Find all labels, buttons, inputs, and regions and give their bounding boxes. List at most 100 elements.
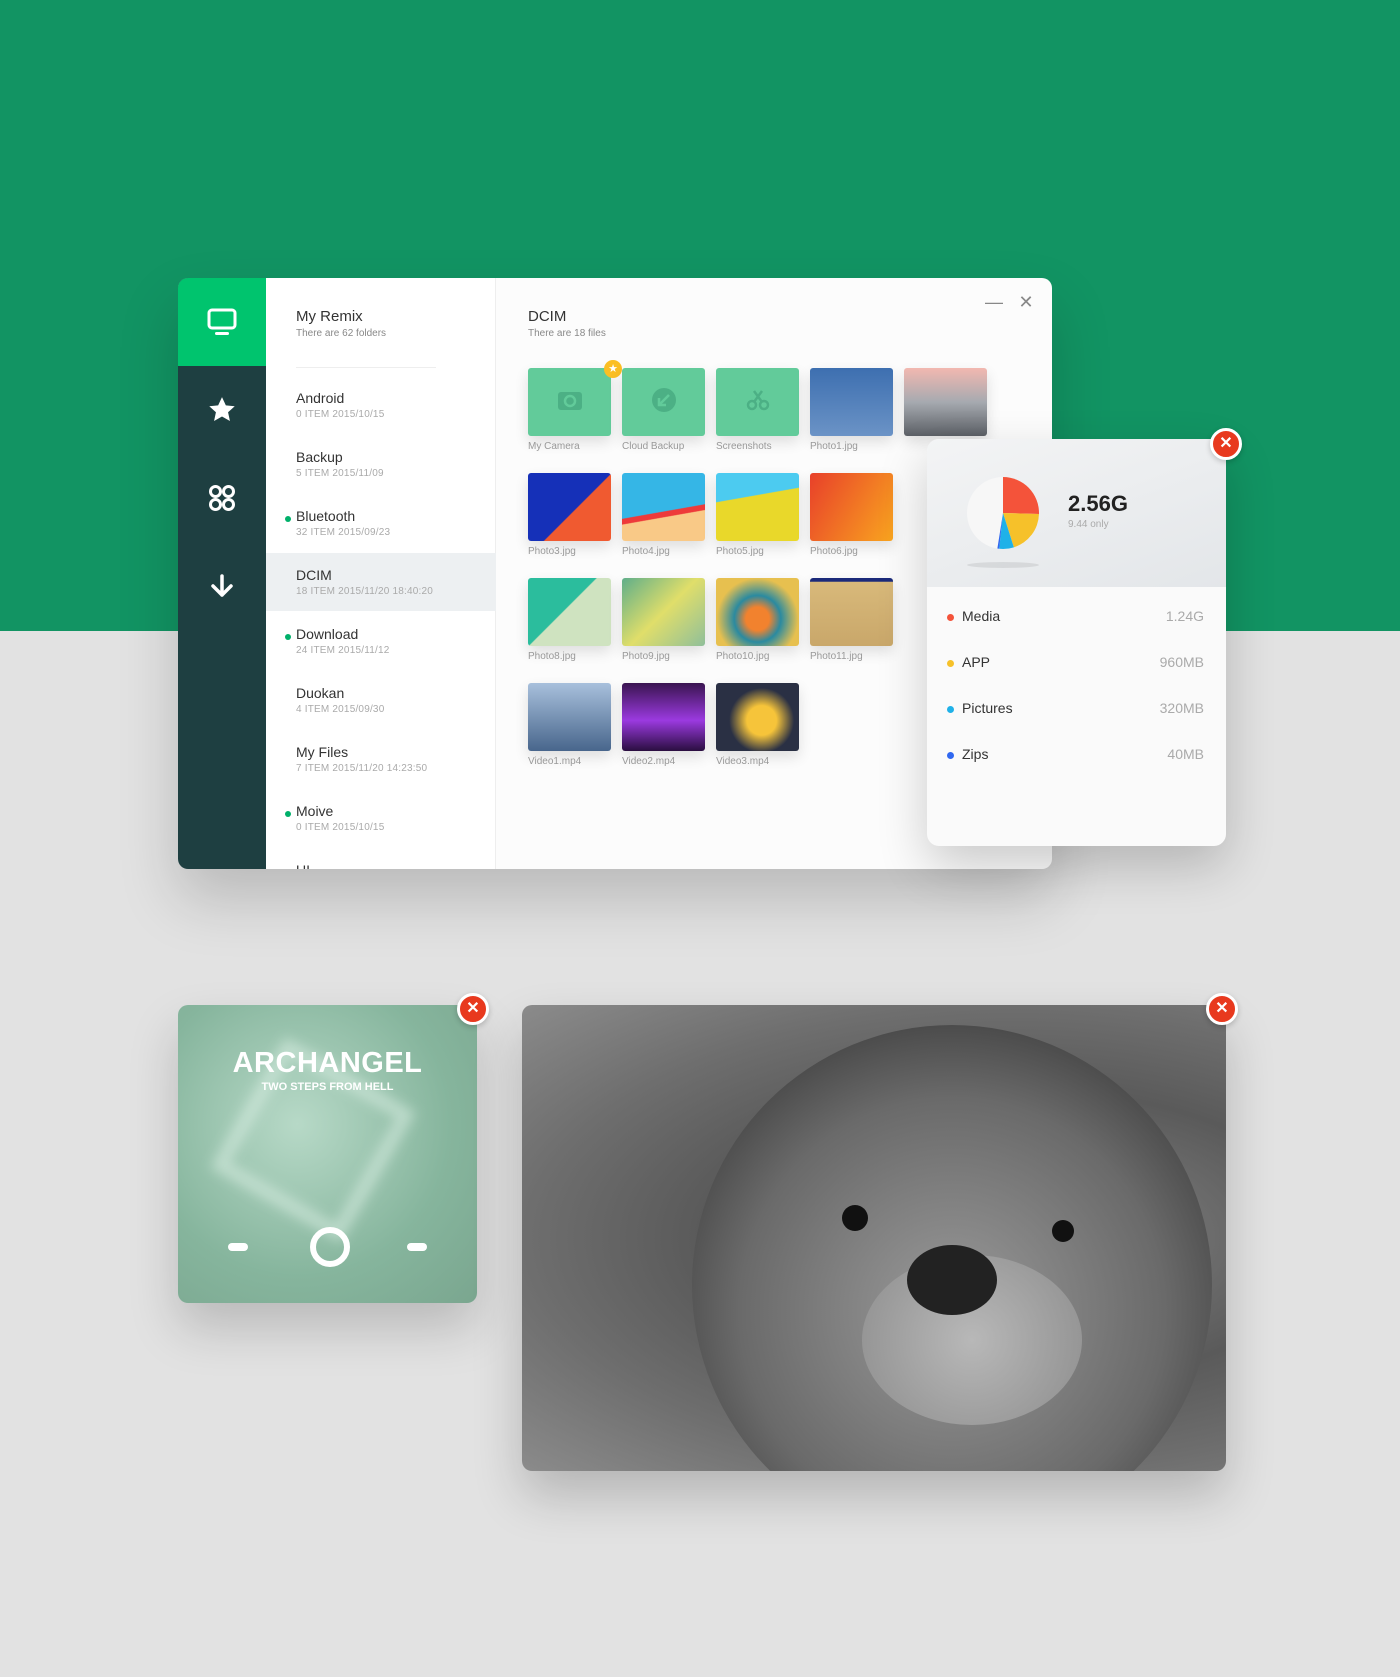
- file-name: Video1.mp4: [528, 756, 582, 767]
- storage-value: 40MB: [1167, 746, 1204, 762]
- folder-list: My Remix There are 62 folders Android 0 I…: [266, 278, 496, 869]
- status-dot: [285, 516, 291, 522]
- scissors-icon: [746, 388, 770, 417]
- folder-meta: 18 ITEM 2015/11/20 18:40:20: [296, 586, 433, 597]
- file-thumbnail[interactable]: Photo5.jpg: [716, 473, 805, 557]
- video-preview: [716, 683, 799, 751]
- folder-meta: 0 ITEM 2015/10/15: [296, 822, 385, 833]
- folder-list-header: My Remix There are 62 folders: [296, 308, 386, 339]
- app-title: My Remix: [296, 308, 363, 325]
- image-preview: [716, 473, 799, 541]
- apps-icon: [209, 485, 235, 511]
- file-name: Photo6.jpg: [810, 546, 858, 557]
- next-button[interactable]: [407, 1243, 427, 1251]
- file-thumbnail[interactable]: Photo4.jpg: [622, 473, 711, 557]
- file-thumbnail[interactable]: Photo6.jpg: [810, 473, 899, 557]
- file-name: Cloud Backup: [622, 441, 685, 452]
- close-photo-button[interactable]: ✕: [1206, 993, 1238, 1025]
- file-thumbnail[interactable]: Photo11.jpg: [810, 578, 899, 662]
- storage-label: Pictures: [962, 700, 1013, 716]
- folder-meta: 32 ITEM 2015/09/23: [296, 527, 391, 538]
- video-preview: [622, 683, 705, 751]
- file-thumbnail[interactable]: [904, 368, 993, 441]
- file-thumbnail[interactable]: Video2.mp4: [622, 683, 711, 767]
- folder-tile[interactable]: Screenshots: [716, 368, 805, 452]
- monitor-icon: [207, 308, 237, 335]
- folder-meta: 4 ITEM 2015/09/30: [296, 704, 385, 715]
- file-name: Photo9.jpg: [622, 651, 670, 662]
- close-icon: ✕: [1018, 292, 1034, 312]
- folder-meta: 0 ITEM 2015/10/15: [296, 409, 385, 420]
- storage-label: Zips: [962, 746, 989, 762]
- divider: [296, 367, 436, 368]
- close-icon: ✕: [466, 1000, 480, 1017]
- folder-meta: 24 ITEM 2015/11/12: [296, 645, 390, 656]
- folder-item[interactable]: Download 24 ITEM 2015/11/12: [266, 612, 496, 670]
- file-name: Photo10.jpg: [716, 651, 770, 662]
- folder-item[interactable]: Duokan 4 ITEM 2015/09/30: [266, 671, 496, 729]
- folder-tile[interactable]: Cloud Backup: [622, 368, 711, 452]
- storage-pie-chart: [967, 477, 1039, 568]
- folder-name: UI: [296, 862, 496, 869]
- close-icon: ✕: [1219, 435, 1233, 452]
- sidebar-item-downloads[interactable]: [178, 542, 266, 630]
- storage-item: Media 1.24G: [947, 608, 1204, 628]
- file-thumbnail[interactable]: Photo10.jpg: [716, 578, 805, 662]
- storage-value: 1.24G: [1165, 608, 1204, 624]
- legend-dot: [947, 659, 954, 667]
- file-thumbnail[interactable]: Photo3.jpg: [528, 473, 617, 557]
- minimize-button[interactable]: —: [984, 292, 1004, 312]
- folder-item[interactable]: Android 0 ITEM 2015/10/15: [266, 376, 496, 434]
- folder-item[interactable]: Moive 0 ITEM 2015/10/15: [266, 789, 496, 847]
- play-button[interactable]: [310, 1227, 350, 1267]
- file-thumbnail[interactable]: Video1.mp4: [528, 683, 617, 767]
- artist-name: TWO STEPS FROM HELL: [261, 1081, 394, 1093]
- file-name: Photo4.jpg: [622, 546, 670, 557]
- sidebar-item-favorites[interactable]: [178, 366, 266, 454]
- folder-name: Duokan: [296, 685, 345, 701]
- file-name: Photo11.jpg: [810, 651, 863, 662]
- folder-item[interactable]: DCIM 18 ITEM 2015/11/20 18:40:20: [266, 553, 496, 611]
- storage-item: Zips 40MB: [947, 746, 1204, 766]
- file-name: Photo1.jpg: [810, 441, 858, 452]
- storage-label: APP: [962, 654, 991, 670]
- close-window-button[interactable]: ✕: [1016, 292, 1036, 312]
- minimize-icon: —: [985, 292, 1003, 312]
- folder-name: Android: [296, 390, 345, 406]
- storage-item: Pictures 320MB: [947, 700, 1204, 720]
- storage-value: 320MB: [1159, 700, 1204, 716]
- image-preview: [904, 368, 987, 436]
- legend-dot: [947, 705, 954, 713]
- storage-total: 2.56G: [1068, 491, 1128, 516]
- image-preview: [810, 368, 893, 436]
- folder-item[interactable]: Bluetooth 32 ITEM 2015/09/23: [266, 494, 496, 552]
- folder-meta: 5 ITEM 2015/11/09: [296, 468, 384, 479]
- status-dot: [285, 811, 291, 817]
- folder-item[interactable]: My Files 7 ITEM 2015/11/20 14:23:50: [266, 730, 496, 788]
- close-music-button[interactable]: ✕: [457, 993, 489, 1025]
- sidebar-item-devices[interactable]: [178, 278, 266, 366]
- file-thumbnail[interactable]: Video3.mp4: [716, 683, 805, 767]
- folder-tile[interactable]: ★ My Camera: [528, 360, 622, 452]
- sidebar: [178, 278, 266, 869]
- file-thumbnail[interactable]: Photo8.jpg: [528, 578, 617, 662]
- close-icon: ✕: [1215, 1000, 1229, 1017]
- close-storage-button[interactable]: ✕: [1210, 428, 1242, 460]
- file-name: Photo8.jpg: [528, 651, 576, 662]
- file-thumbnail[interactable]: Photo9.jpg: [622, 578, 711, 662]
- folder-name: Bluetooth: [296, 508, 356, 524]
- folder-preview: [622, 368, 705, 436]
- file-name: My Camera: [528, 441, 580, 452]
- folder-item[interactable]: Backup 5 ITEM 2015/11/09: [266, 435, 496, 493]
- image-preview: [622, 578, 705, 646]
- file-count: There are 18 files: [528, 328, 606, 339]
- sidebar-item-apps[interactable]: [178, 454, 266, 542]
- file-name: Video2.mp4: [622, 756, 676, 767]
- folder-name: Download: [296, 626, 359, 642]
- folder-item[interactable]: UI: [266, 848, 496, 869]
- pie-slice-media: [1003, 477, 1039, 514]
- folder-title: DCIM: [528, 308, 567, 325]
- file-name: Screenshots: [716, 441, 772, 452]
- previous-button[interactable]: [228, 1243, 248, 1251]
- file-thumbnail[interactable]: Photo1.jpg: [810, 368, 899, 452]
